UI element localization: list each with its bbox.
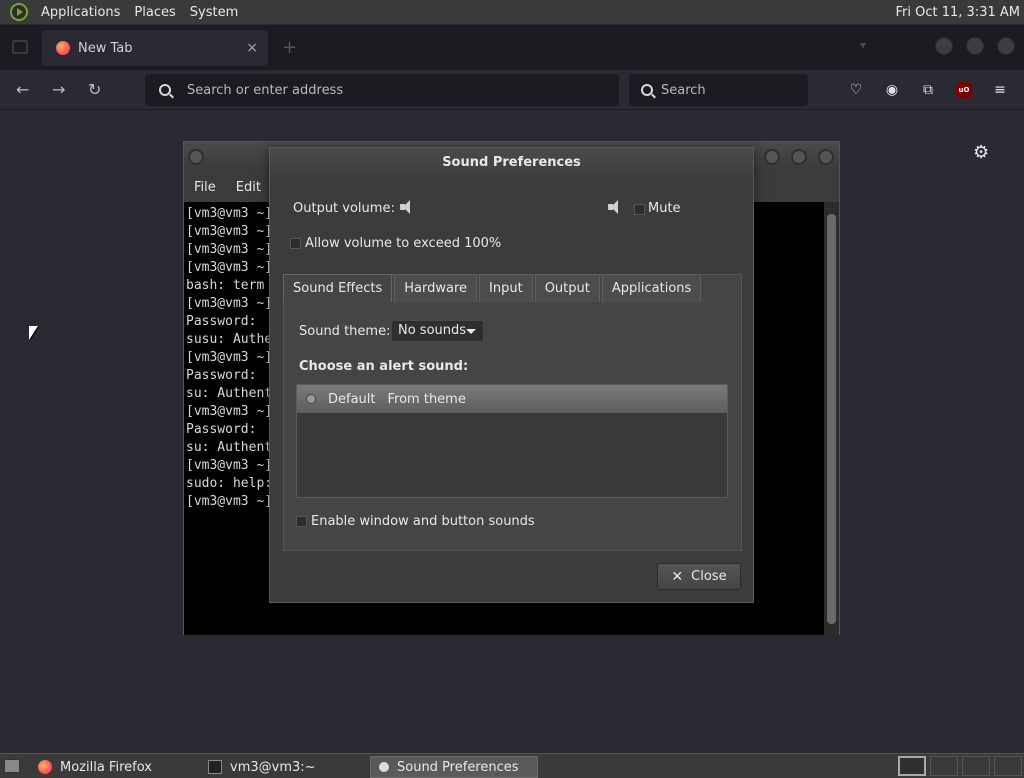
tab-bar: Sound Effects Hardware Input Output Appl… <box>283 274 703 304</box>
window-close-button[interactable] <box>997 37 1015 55</box>
firefox-tab-strip: New Tab × + ▾ <box>0 25 1024 70</box>
alert-source: From theme <box>387 391 466 407</box>
tab-title: New Tab <box>78 40 133 56</box>
maximize-button[interactable] <box>966 37 984 55</box>
minimize-button[interactable] <box>935 37 953 55</box>
exceed-volume-checkbox[interactable] <box>290 238 301 249</box>
sound-preferences-icon <box>379 762 389 772</box>
terminal-scrollbar[interactable] <box>824 202 839 635</box>
sound-preferences-dialog: Sound Preferences Output volume: Mute Al… <box>269 147 754 603</box>
scrollbar-thumb[interactable] <box>827 214 836 624</box>
taskbar-item-label: vm3@vm3:~ <box>230 759 316 775</box>
tab-close-icon[interactable]: × <box>246 40 258 56</box>
account-icon[interactable]: ◉ <box>884 82 900 98</box>
workspace-4[interactable] <box>994 756 1022 776</box>
terminal-maximize-button[interactable] <box>791 149 807 165</box>
tab-applications[interactable]: Applications <box>601 274 702 302</box>
close-button[interactable]: ✕ Close <box>657 563 741 590</box>
close-button-label: Close <box>691 569 727 584</box>
list-all-tabs-icon[interactable]: ▾ <box>860 38 866 52</box>
newtab-settings-gear-icon[interactable]: ⚙ <box>973 142 989 163</box>
firefox-favicon-icon <box>56 41 70 55</box>
search-bar[interactable]: Search <box>629 74 808 106</box>
url-placeholder: Search or enter address <box>187 82 344 98</box>
tab-input[interactable]: Input <box>479 274 533 302</box>
terminal-menu-button[interactable] <box>188 149 204 165</box>
search-icon <box>641 84 653 96</box>
taskbar-item-label: Mozilla Firefox <box>60 759 152 775</box>
clock[interactable]: Fri Oct 11, 3:31 AM <box>896 5 1020 20</box>
taskbar-item-label: Sound Preferences <box>397 759 519 775</box>
exceed-volume-label: Allow volume to exceed 100% <box>305 236 502 251</box>
url-bar[interactable]: Search or enter address <box>145 74 619 106</box>
sound-theme-label: Sound theme: <box>299 324 391 339</box>
forward-arrow-icon[interactable]: → <box>52 80 65 99</box>
sound-theme-dropdown[interactable]: No sounds <box>391 320 484 342</box>
tab-output[interactable]: Output <box>534 274 600 302</box>
ublock-origin-icon[interactable]: uO <box>956 82 972 98</box>
alert-name: Default <box>328 391 376 407</box>
terminal-icon <box>208 760 222 774</box>
search-icon <box>159 84 171 96</box>
search-placeholder: Search <box>661 82 706 98</box>
extensions-icon[interactable]: ⧉ <box>920 82 936 98</box>
enable-sounds-checkbox[interactable] <box>296 516 307 527</box>
taskbar-item-terminal[interactable]: vm3@vm3:~ <box>200 756 368 778</box>
output-volume-label: Output volume: <box>293 201 395 216</box>
firefox-nav-bar: ← → ↻ Search or enter address Search ♡ ◉… <box>0 70 1024 110</box>
enable-sounds-label: Enable window and button sounds <box>311 514 535 529</box>
firefox-icon <box>38 760 52 774</box>
workspace-2[interactable] <box>930 756 958 776</box>
places-menu[interactable]: Places <box>127 5 182 20</box>
workspace-3[interactable] <box>962 756 990 776</box>
taskbar-item-sound-preferences[interactable]: Sound Preferences <box>370 756 538 778</box>
close-icon: ✕ <box>671 568 684 585</box>
applications-menu[interactable]: Applications <box>34 5 127 20</box>
terminal-minimize-button[interactable] <box>764 149 780 165</box>
tab-overview-icon[interactable] <box>12 40 28 54</box>
system-menu[interactable]: System <box>183 5 245 20</box>
tab-sound-effects[interactable]: Sound Effects <box>283 274 393 302</box>
terminal-close-button[interactable] <box>818 149 834 165</box>
radio-button[interactable] <box>306 394 316 404</box>
tab-new-tab[interactable]: New Tab × <box>42 30 268 66</box>
reload-icon[interactable]: ↻ <box>88 80 101 99</box>
chevron-down-icon <box>466 329 476 334</box>
show-desktop-icon[interactable] <box>4 759 20 773</box>
mute-label: Mute <box>648 201 681 216</box>
bottom-taskbar: Mozilla Firefox vm3@vm3:~ Sound Preferen… <box>0 753 1024 778</box>
dialog-title: Sound Preferences <box>270 148 753 178</box>
volume-speaker-icon <box>608 200 622 214</box>
alert-sound-list[interactable]: Default From theme <box>296 384 728 498</box>
workspace-1[interactable] <box>898 756 926 776</box>
distro-logo-icon[interactable] <box>10 3 28 21</box>
alert-sound-heading: Choose an alert sound: <box>299 359 469 374</box>
back-arrow-icon[interactable]: ← <box>16 80 29 99</box>
top-panel: Applications Places System Fri Oct 11, 3… <box>0 0 1024 25</box>
list-item[interactable]: Default From theme <box>297 385 727 413</box>
sound-theme-value: No sounds <box>398 323 467 338</box>
new-tab-button[interactable]: + <box>282 37 297 58</box>
tab-hardware[interactable]: Hardware <box>394 274 478 302</box>
taskbar-item-firefox[interactable]: Mozilla Firefox <box>30 756 200 778</box>
terminal-menu-file[interactable]: File <box>184 180 226 195</box>
hamburger-menu-icon[interactable]: ≡ <box>992 82 1008 98</box>
mouse-cursor-icon <box>29 326 38 340</box>
terminal-menu-edit[interactable]: Edit <box>226 180 271 195</box>
pocket-icon[interactable]: ♡ <box>848 82 864 98</box>
volume-speaker-icon <box>400 200 414 214</box>
mute-checkbox[interactable] <box>634 204 645 215</box>
